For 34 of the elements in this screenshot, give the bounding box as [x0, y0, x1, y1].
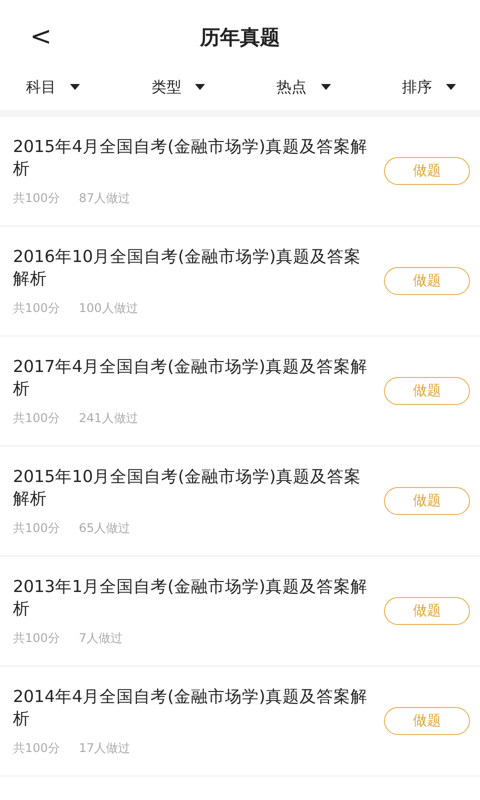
paper-title: 2013年1月全国自考(金融市场学)真题及答案解析 — [13, 576, 368, 620]
start-button[interactable]: 做题 — [384, 267, 470, 295]
attempt-count: 100人做过 — [78, 300, 138, 316]
total-score: 共100分 — [13, 740, 60, 756]
paper-title: 2017年4月全国自考(金融市场学)真题及答案解析 — [13, 356, 368, 400]
start-button[interactable]: 做题 — [384, 597, 470, 625]
attempt-count: 241人做过 — [78, 410, 138, 426]
start-button[interactable]: 做题 — [384, 487, 470, 515]
attempt-count: 7人做过 — [78, 630, 123, 646]
filter-dropdown[interactable]: 排序 — [402, 75, 456, 99]
paper-title: 2015年4月全国自考(金融市场学)真题及答案解析 — [13, 136, 368, 180]
start-button[interactable]: 做题 — [384, 707, 470, 735]
attempt-count: 87人做过 — [78, 190, 130, 206]
total-score: 共100分 — [13, 630, 60, 646]
caret-icon — [195, 84, 206, 90]
caret-icon — [70, 84, 80, 90]
total-score: 共100分 — [13, 520, 60, 536]
paper-title: 2015年10月全国自考(金融市场学)真题及答案解析 — [13, 466, 362, 510]
paper-title: 2014年4月全国自考(金融市场学)真题及答案解析 — [13, 686, 368, 730]
attempt-count: 65人做过 — [78, 520, 130, 536]
back-button[interactable]: < — [24, 22, 58, 52]
filter-dropdown[interactable]: 类型 — [151, 75, 206, 99]
caret-icon — [446, 84, 456, 90]
filter-dropdown[interactable]: 热点 — [276, 75, 331, 99]
total-score: 共100分 — [13, 300, 60, 316]
paper-title: 2016年10月全国自考(金融市场学)真题及答案解析 — [13, 246, 362, 290]
total-score: 共100分 — [13, 410, 60, 426]
start-button[interactable]: 做题 — [384, 157, 470, 185]
caret-icon — [320, 84, 331, 90]
start-button[interactable]: 做题 — [384, 377, 470, 405]
attempt-count: 17人做过 — [78, 740, 130, 756]
total-score: 共100分 — [13, 190, 60, 206]
page-title: 历年真题 — [200, 24, 280, 51]
filter-dropdown[interactable]: 科目 — [26, 75, 80, 99]
